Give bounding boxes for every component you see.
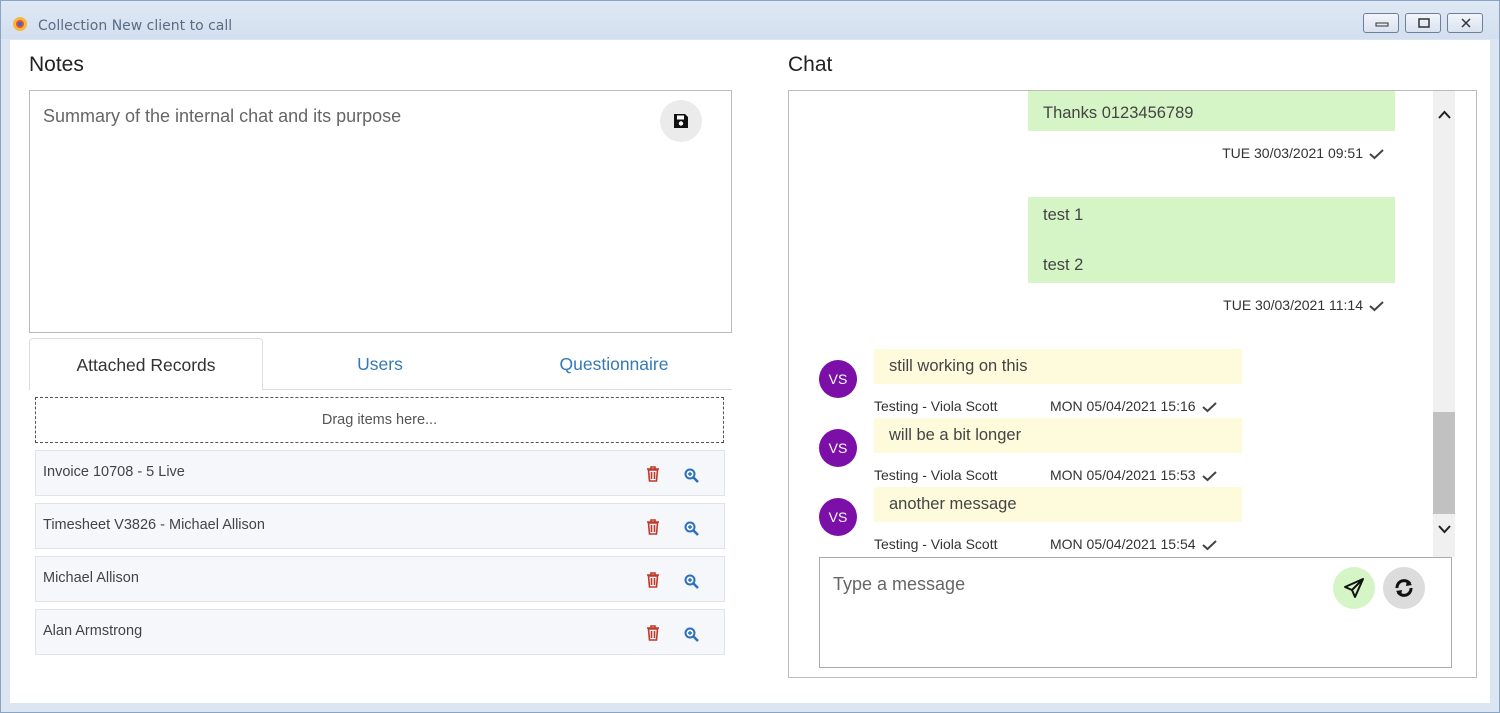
refresh-button[interactable] bbox=[1383, 567, 1425, 609]
chat-heading: Chat bbox=[788, 53, 833, 76]
drop-zone[interactable]: Drag items here... bbox=[35, 397, 724, 443]
zoom-in-icon[interactable] bbox=[684, 521, 699, 536]
close-icon bbox=[1461, 18, 1471, 28]
close-button[interactable] bbox=[1447, 13, 1483, 33]
restore-icon bbox=[1418, 18, 1430, 28]
record-label: Timesheet V3826 - Michael Allison bbox=[43, 517, 265, 533]
avatar: VS bbox=[819, 429, 857, 467]
refresh-icon bbox=[1395, 579, 1413, 597]
check-icon bbox=[1201, 540, 1217, 551]
zoom-in-icon[interactable] bbox=[684, 574, 699, 589]
message-timestamp: MON 05/04/2021 15:16 bbox=[1050, 398, 1217, 414]
chat-message-incoming: another message bbox=[874, 487, 1242, 522]
message-timestamp: MON 05/04/2021 15:53 bbox=[1050, 467, 1217, 483]
timestamp-text: TUE 30/03/2021 11:14 bbox=[1223, 297, 1363, 313]
message-text: will be a bit longer bbox=[889, 426, 1022, 444]
app-logo-icon bbox=[13, 17, 27, 31]
message-text: still working on this bbox=[889, 357, 1028, 375]
message-placeholder: Type a message bbox=[833, 574, 966, 594]
timestamp-text: TUE 30/03/2021 09:51 bbox=[1222, 145, 1363, 161]
message-sender: Testing - Viola Scott bbox=[874, 398, 998, 414]
record-label: Michael Allison bbox=[43, 570, 139, 586]
message-text: another message bbox=[889, 495, 1017, 513]
chat-message-outgoing: test 1 test 2 bbox=[1028, 197, 1395, 283]
record-label: Invoice 10708 - 5 Live bbox=[43, 464, 185, 480]
message-sender: Testing - Viola Scott bbox=[874, 536, 998, 552]
message-text: test 2 bbox=[1043, 256, 1084, 274]
main-content: Notes Summary of the internal chat and i… bbox=[10, 40, 1490, 703]
tab-attached-records[interactable]: Attached Records bbox=[29, 338, 263, 390]
trash-icon[interactable] bbox=[646, 519, 660, 535]
trash-icon[interactable] bbox=[646, 625, 660, 641]
trash-icon[interactable] bbox=[646, 572, 660, 588]
chat-panel: Thanks 0123456789 TUE 30/03/2021 09:51 t… bbox=[788, 90, 1477, 678]
send-button[interactable] bbox=[1333, 567, 1375, 609]
check-icon bbox=[1201, 402, 1217, 413]
message-timestamp: TUE 30/03/2021 09:51 bbox=[1222, 145, 1384, 161]
check-icon bbox=[1369, 301, 1384, 312]
notes-heading: Notes bbox=[29, 53, 84, 76]
avatar: VS bbox=[819, 498, 857, 536]
tab-users[interactable]: Users bbox=[263, 338, 497, 390]
tab-divider bbox=[262, 389, 732, 390]
message-timestamp: TUE 30/03/2021 11:14 bbox=[1223, 297, 1384, 313]
chat-scrollbar[interactable] bbox=[1433, 91, 1455, 557]
zoom-in-icon[interactable] bbox=[684, 468, 699, 483]
tab-questionnaire[interactable]: Questionnaire bbox=[497, 338, 731, 390]
message-timestamp: MON 05/04/2021 15:54 bbox=[1050, 536, 1217, 552]
avatar: VS bbox=[819, 360, 857, 398]
message-text: test 1 bbox=[1043, 206, 1084, 224]
window-title: Collection New client to call bbox=[38, 18, 233, 34]
timestamp-text: MON 05/04/2021 15:53 bbox=[1050, 467, 1196, 483]
zoom-in-icon[interactable] bbox=[684, 627, 699, 642]
check-icon bbox=[1369, 149, 1384, 160]
floppy-disk-icon bbox=[674, 114, 688, 128]
list-item[interactable]: Michael Allison bbox=[35, 556, 725, 602]
timestamp-text: MON 05/04/2021 15:54 bbox=[1050, 536, 1196, 552]
trash-icon[interactable] bbox=[646, 466, 660, 482]
list-item[interactable]: Timesheet V3826 - Michael Allison bbox=[35, 503, 725, 549]
list-item[interactable]: Alan Armstrong bbox=[35, 609, 725, 655]
chevron-down-icon[interactable] bbox=[1438, 525, 1451, 534]
minimize-button[interactable] bbox=[1363, 13, 1399, 33]
message-input[interactable]: Type a message bbox=[819, 557, 1452, 668]
restore-button[interactable] bbox=[1405, 13, 1441, 33]
record-label: Alan Armstrong bbox=[43, 623, 143, 639]
app-window: Collection New client to call Notes Summ… bbox=[0, 0, 1500, 713]
check-icon bbox=[1201, 471, 1217, 482]
notes-textarea[interactable]: Summary of the internal chat and its pur… bbox=[29, 90, 732, 333]
save-notes-button[interactable] bbox=[660, 100, 702, 142]
timestamp-text: MON 05/04/2021 15:16 bbox=[1050, 398, 1196, 414]
minimize-icon bbox=[1375, 22, 1389, 27]
chat-message-incoming: still working on this bbox=[874, 349, 1242, 384]
title-bar: Collection New client to call bbox=[1, 1, 1499, 39]
chat-message-outgoing: Thanks 0123456789 bbox=[1028, 91, 1395, 131]
message-text: Thanks 0123456789 bbox=[1043, 104, 1194, 122]
notes-text: Summary of the internal chat and its pur… bbox=[43, 106, 402, 126]
chat-message-incoming: will be a bit longer bbox=[874, 418, 1242, 453]
message-sender: Testing - Viola Scott bbox=[874, 467, 998, 483]
paper-plane-icon bbox=[1344, 578, 1364, 598]
chevron-up-icon[interactable] bbox=[1438, 110, 1451, 119]
scroll-thumb[interactable] bbox=[1433, 412, 1455, 514]
records-tabs: Attached Records Users Questionnaire bbox=[29, 338, 732, 390]
list-item[interactable]: Invoice 10708 - 5 Live bbox=[35, 450, 725, 496]
